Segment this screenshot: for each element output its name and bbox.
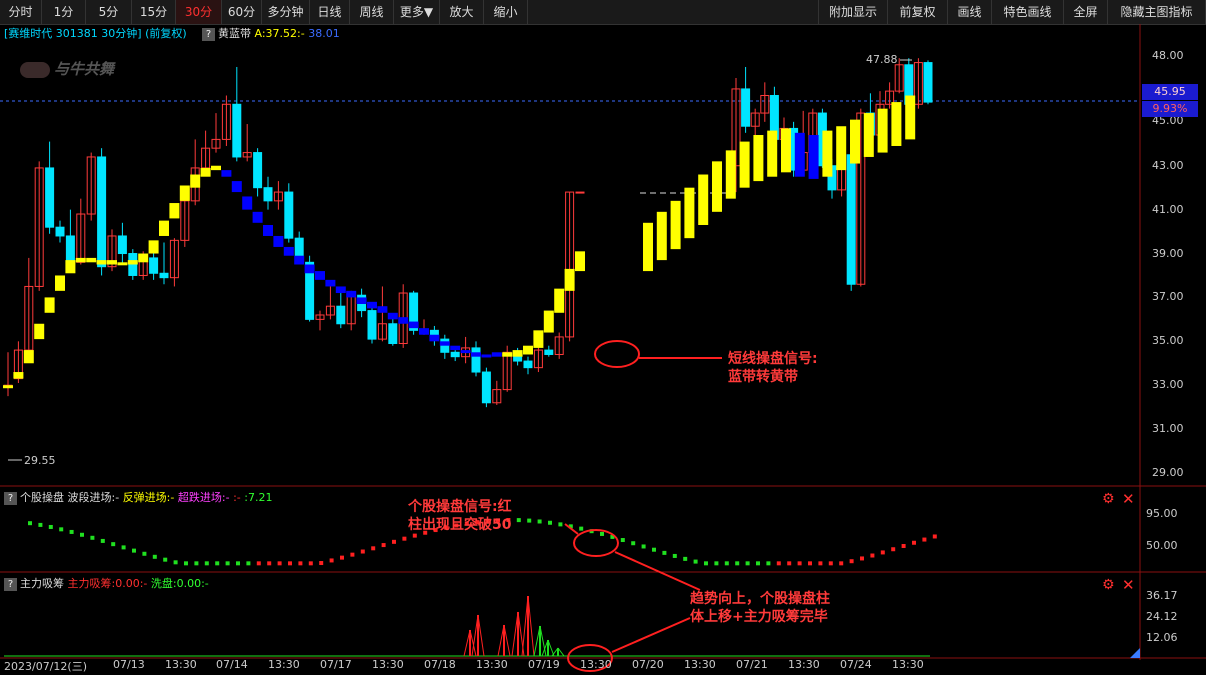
indicator-a-sep: :-	[297, 27, 305, 40]
stock-title: [赛维时代 301381 30分钟] (前复权)	[4, 26, 187, 42]
price-axis-tick: 37.00	[1152, 290, 1184, 303]
ind1-field2: 反弹进场:-	[122, 491, 175, 504]
time-axis-tick: 07/14	[216, 658, 248, 671]
time-axis-tick: 13:30	[372, 658, 404, 671]
price-axis-tick: 29.00	[1152, 466, 1184, 479]
watermark-text: 与牛共舞	[54, 60, 115, 78]
min-price-label: 29.55	[24, 454, 56, 467]
ind1-field1: 波段进场:-	[67, 491, 120, 504]
extra-display-button[interactable]: 附加显示	[818, 0, 888, 24]
current-pct-tag: 9.93%	[1142, 101, 1198, 117]
special-draw-button[interactable]: 特色画线	[992, 0, 1064, 24]
scroll-corner-icon[interactable]	[1130, 648, 1140, 658]
annotation-stock-signal: 个股操盘信号:红 柱出现且突破50	[408, 498, 512, 534]
question-icon[interactable]: ?	[202, 28, 215, 41]
question-icon[interactable]: ?	[4, 578, 17, 591]
zoom-in-button[interactable]: 放大	[440, 0, 484, 24]
price-axis-tick: 48.00	[1152, 49, 1184, 62]
ind1-name: 个股操盘	[20, 491, 64, 504]
time-axis-tick: 13:30	[684, 658, 716, 671]
time-axis-tick: 07/17	[320, 658, 352, 671]
time-axis-tick: 13:30	[892, 658, 924, 671]
adjust-label: (前复权)	[145, 27, 187, 40]
ind1-field5: :7.21	[244, 491, 273, 504]
price-axis-tick: 33.00	[1152, 378, 1184, 391]
period-toolbar: 分时 1分 5分 15分 30分 60分 多分钟 日线 周线 更多▼ 放大 缩小…	[0, 0, 1206, 25]
tab-5min[interactable]: 5分	[86, 0, 132, 24]
current-price-tag: 45.95	[1142, 84, 1198, 100]
tab-1min[interactable]: 1分	[42, 0, 86, 24]
ind2-axis-2: 24.12	[1146, 610, 1178, 623]
tab-daily[interactable]: 日线	[310, 0, 350, 24]
adjust-button[interactable]: 前复权	[888, 0, 948, 24]
tab-15min[interactable]: 15分	[132, 0, 176, 24]
close-icon[interactable]: ✕	[1122, 576, 1135, 594]
ind1-axis-50: 50.00	[1146, 539, 1178, 552]
price-axis-tick: 39.00	[1152, 247, 1184, 260]
more-dropdown[interactable]: 更多▼	[394, 0, 440, 24]
time-axis-tick: 13:30	[476, 658, 508, 671]
tab-intraday[interactable]: 分时	[0, 0, 42, 24]
ind2-field1: 主力吸筹:0.00	[67, 577, 140, 590]
main-indicator-header: ? 黄蓝带 A:37.52:- 38.01	[202, 26, 340, 42]
annotation-line: 蓝带转黄带	[728, 369, 798, 385]
ind2-field1b: :-	[139, 577, 148, 590]
annotation-line: 短线操盘信号:	[728, 351, 818, 367]
indicator-a: A:37.52	[254, 27, 298, 40]
ind2-axis-1: 36.17	[1146, 589, 1178, 602]
question-icon[interactable]: ?	[4, 492, 17, 505]
time-axis-tick: 2023/07/12(三)	[4, 660, 87, 673]
gear-icon[interactable]: ⚙	[1102, 491, 1115, 507]
gear-icon[interactable]: ⚙	[1102, 577, 1115, 593]
max-price-label: 47.88	[866, 53, 898, 66]
draw-line-button[interactable]: 画线	[948, 0, 992, 24]
annotation-trend: 趋势向上，个股操盘柱 体上移+主力吸筹完毕	[690, 590, 830, 626]
close-icon[interactable]: ✕	[1122, 490, 1135, 508]
ind2-axis-3: 12.06	[1146, 631, 1178, 644]
price-axis-tick: 31.00	[1152, 422, 1184, 435]
price-axis-tick: 35.00	[1152, 334, 1184, 347]
annotation-short-signal: 短线操盘信号: 蓝带转黄带	[728, 350, 818, 386]
ind2-field2: 洗盘:0.00	[150, 577, 202, 590]
hide-indicator-button[interactable]: 隐藏主图指标	[1108, 0, 1206, 24]
time-axis-tick: 13:30	[580, 658, 612, 671]
time-axis-tick: 13:30	[165, 658, 197, 671]
time-axis-tick: 07/13	[113, 658, 145, 671]
annotation-line: 柱出现且突破50	[408, 517, 512, 533]
watermark-logo: 与牛共舞	[20, 58, 114, 79]
time-axis-tick: 07/19	[528, 658, 560, 671]
ind1-header: ? 个股操盘 波段进场:- 反弹进场:- 超跌进场:- :- :7.21	[4, 490, 272, 506]
fullscreen-button[interactable]: 全屏	[1064, 0, 1108, 24]
price-axis-tick: 41.00	[1152, 203, 1184, 216]
ind1-axis-95: 95.00	[1146, 507, 1178, 520]
time-axis-tick: 07/18	[424, 658, 456, 671]
price-axis-tick: 43.00	[1152, 159, 1184, 172]
time-axis-tick: 07/20	[632, 658, 664, 671]
ind2-field3: :-	[201, 577, 209, 590]
ind1-field4: :-	[233, 491, 241, 504]
indicator-name: 黄蓝带	[218, 27, 251, 40]
zoom-out-button[interactable]: 缩小	[484, 0, 528, 24]
time-axis-tick: 07/24	[840, 658, 872, 671]
annotation-line: 体上移+主力吸筹完毕	[690, 609, 828, 625]
stock-name: [赛维时代 301381 30分钟]	[4, 27, 142, 40]
annotation-line: 个股操盘信号:红	[408, 499, 512, 515]
ind1-field3: 超跌进场:-	[177, 491, 230, 504]
annotation-line: 趋势向上，个股操盘柱	[690, 591, 830, 607]
tab-multi-min[interactable]: 多分钟	[262, 0, 310, 24]
tab-30min[interactable]: 30分	[176, 0, 222, 24]
indicator-b: 38.01	[308, 27, 340, 40]
time-axis-tick: 13:30	[268, 658, 300, 671]
tab-weekly[interactable]: 周线	[350, 0, 394, 24]
time-axis-tick: 13:30	[788, 658, 820, 671]
bull-icon	[20, 61, 50, 78]
tab-60min[interactable]: 60分	[222, 0, 262, 24]
kline-chart	[0, 24, 1206, 672]
ind2-header: ? 主力吸筹 主力吸筹:0.00:- 洗盘:0.00:-	[4, 576, 209, 592]
time-axis-tick: 07/21	[736, 658, 768, 671]
ind2-name: 主力吸筹	[20, 577, 64, 590]
